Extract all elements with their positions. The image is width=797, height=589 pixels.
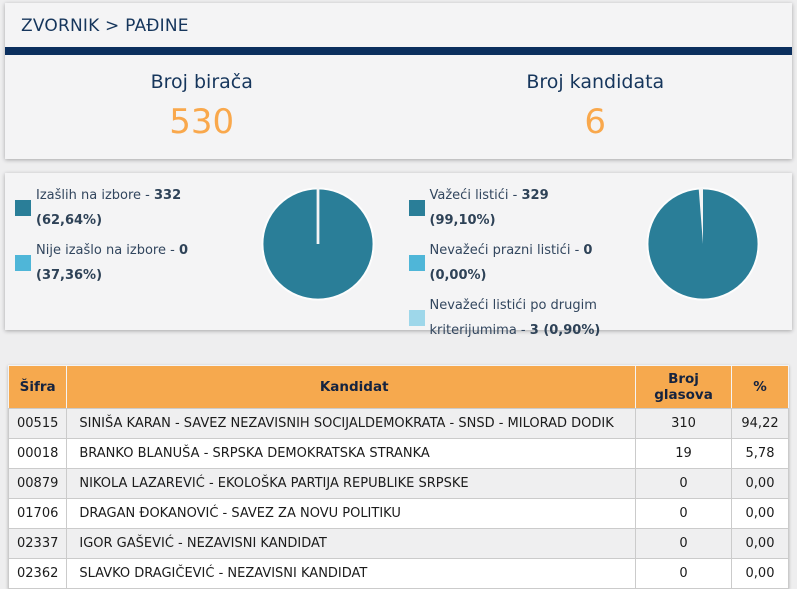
header-code: Šifra [9,366,67,409]
legend-label: Nije izašlo na izbore - 0(37,36%) [36,238,188,288]
cell-code: 02337 [9,529,67,559]
cell-candidate: DRAGAN ĐOKANOVIĆ - SAVEZ ZA NOVU POLITIK… [67,499,636,529]
legend-item: Nevažeći listići po drugimkriterijumima … [409,293,615,343]
cell-code: 00879 [9,469,67,499]
charts-panel: Izašlih na izbore - 332 (62,64%) Nije iz… [5,173,792,330]
turnout-pie-chart [259,185,377,303]
legend-label: Nevažeći listići po drugimkriterijumima … [430,293,601,343]
blue-swatch-icon [409,255,425,271]
legend-label: Nevažeći prazni listići - 0(0,00%) [430,238,593,288]
cell-votes: 0 [636,499,732,529]
cell-percent: 0,00 [732,529,789,559]
light-blue-swatch-icon [409,310,425,326]
voters-value: 530 [5,102,399,142]
cell-votes: 0 [636,529,732,559]
header-votes: Broj glasova [636,366,732,409]
table-header-row: Šifra Kandidat Broj glasova % [9,366,789,409]
header-candidate: Kandidat [67,366,636,409]
cell-percent: 94,22 [732,409,789,439]
legend-item: Nevažeći prazni listići - 0(0,00%) [409,238,615,288]
stat-voters: Broj birača 530 [5,67,399,142]
cell-percent: 0,00 [732,499,789,529]
ballots-pie-wrap [615,183,793,330]
table-row: 01706 DRAGAN ĐOKANOVIĆ - SAVEZ ZA NOVU P… [9,499,789,529]
candidates-value: 6 [399,102,793,142]
title-bar: ZVORNIK > PAĐINE [5,3,792,47]
candidates-label: Broj kandidata [399,71,793,93]
cell-votes: 0 [636,469,732,499]
cell-code: 01706 [9,499,67,529]
table-row: 02337 IGOR GAŠEVIĆ - NEZAVISNI KANDIDAT … [9,529,789,559]
cell-code: 00018 [9,439,67,469]
teal-swatch-icon [15,200,31,216]
cell-candidate: BRANKO BLANUŠA - SRPSKA DEMOKRATSKA STRA… [67,439,636,469]
ballots-chart: Važeći listići - 329 (99,10%) Nevažeći p… [399,183,793,330]
legend-item: Izašlih na izbore - 332 (62,64%) [15,183,237,233]
turnout-chart: Izašlih na izbore - 332 (62,64%) Nije iz… [5,183,399,330]
legend-item: Važeći listići - 329 (99,10%) [409,183,615,233]
cell-votes: 310 [636,409,732,439]
breadcrumb[interactable]: ZVORNIK > PAĐINE [21,16,189,36]
results-table: Šifra Kandidat Broj glasova % 00515 SINI… [8,365,789,589]
turnout-pie-wrap [237,183,399,330]
turnout-legend: Izašlih na izbore - 332 (62,64%) Nije iz… [5,183,237,330]
table-row: 00879 NIKOLA LAZAREVIĆ - EKOLOŠKA PARTIJ… [9,469,789,499]
ballots-legend: Važeći listići - 329 (99,10%) Nevažeći p… [399,183,615,330]
legend-label: Važeći listići - 329 (99,10%) [430,183,615,233]
voters-label: Broj birača [5,71,399,93]
navy-divider [5,47,792,55]
cell-percent: 0,00 [732,469,789,499]
cell-candidate: IGOR GAŠEVIĆ - NEZAVISNI KANDIDAT [67,529,636,559]
cell-code: 00515 [9,409,67,439]
header-stats-panel: ZVORNIK > PAĐINE Broj birača 530 Broj ka… [5,3,792,159]
header-percent: % [732,366,789,409]
table-row: 00018 BRANKO BLANUŠA - SRPSKA DEMOKRATSK… [9,439,789,469]
legend-item: Nije izašlo na izbore - 0(37,36%) [15,238,237,288]
stat-candidates: Broj kandidata 6 [399,67,793,142]
legend-label: Izašlih na izbore - 332 (62,64%) [36,183,237,233]
stats-row: Broj birača 530 Broj kandidata 6 [5,55,792,159]
blue-swatch-icon [15,255,31,271]
cell-percent: 5,78 [732,439,789,469]
cell-votes: 19 [636,439,732,469]
cell-candidate: NIKOLA LAZAREVIĆ - EKOLOŠKA PARTIJA REPU… [67,469,636,499]
cell-candidate: SINIŠA KARAN - SAVEZ NEZAVISNIH SOCIJALD… [67,409,636,439]
teal-swatch-icon [409,200,425,216]
ballots-pie-chart [644,185,762,303]
table-row: 00515 SINIŠA KARAN - SAVEZ NEZAVISNIH SO… [9,409,789,439]
